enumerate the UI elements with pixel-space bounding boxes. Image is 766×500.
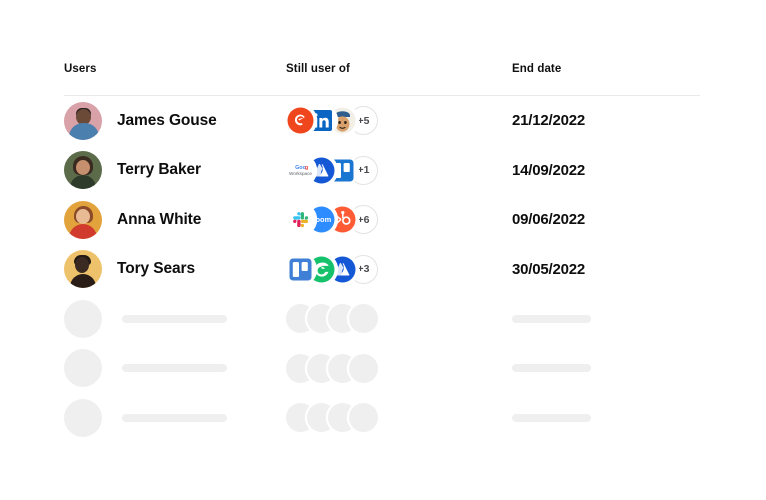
avatar (64, 200, 102, 239)
user-cell[interactable]: James Gouse (64, 101, 286, 140)
column-header-apps: Still user of (286, 63, 350, 75)
skeleton-name-bar (122, 314, 227, 323)
skeleton-avatar (64, 299, 102, 338)
end-date-value: 30/05/2022 (512, 260, 586, 278)
table-header: Users Still user of End date (64, 62, 700, 86)
table-row[interactable]: Anna White zoom +6 09/06/2022 (64, 195, 700, 245)
skeleton-chip (349, 353, 378, 383)
skeleton-apps-cell (286, 353, 512, 383)
table-row[interactable]: Tory Sears +3 30/05/2022 (64, 245, 700, 295)
users-table: Users Still user of End date James Gouse (64, 62, 700, 443)
user-name: Anna White (117, 210, 202, 228)
table-row[interactable]: Terry Baker Goo g Workspace +1 14/09/2022 (64, 146, 700, 196)
app-stack[interactable]: +3 (286, 254, 378, 284)
avatar (64, 250, 102, 289)
app-stack[interactable]: +5 (286, 106, 378, 136)
skeleton-user-cell (64, 349, 286, 388)
user-cell[interactable]: Terry Baker (64, 151, 286, 190)
column-header-end-date: End date (512, 63, 562, 75)
skeleton-name-bar (122, 413, 227, 422)
end-date-value: 14/09/2022 (512, 161, 586, 179)
apps-cell[interactable]: +3 (286, 254, 512, 284)
apps-cell[interactable]: Goo g Workspace +1 (286, 155, 512, 185)
end-date-value: 09/06/2022 (512, 211, 586, 229)
skeleton-chip (349, 304, 378, 334)
skeleton-date-bar (512, 364, 591, 373)
user-name: Tory Sears (117, 260, 195, 278)
apps-cell[interactable]: zoom +6 (286, 205, 512, 235)
skeleton-name-bar (122, 364, 227, 373)
apps-cell[interactable]: +5 (286, 106, 512, 136)
skeleton-date-bar (512, 413, 591, 422)
skeleton-date-bar (512, 314, 591, 323)
app-stack[interactable]: zoom +6 (286, 205, 378, 235)
google-workspace-icon[interactable]: Goo g Workspace (286, 155, 315, 185)
skeleton-date-cell (512, 413, 700, 422)
user-cell[interactable]: Tory Sears (64, 250, 286, 289)
skeleton-apps-cell (286, 304, 512, 334)
skeleton-row (64, 393, 700, 443)
skeleton-date-cell (512, 364, 700, 373)
skeleton-user-cell (64, 299, 286, 338)
column-header-users: Users (64, 63, 97, 75)
skeleton-chip (349, 403, 378, 433)
skeleton-apps-cell (286, 403, 512, 433)
user-cell[interactable]: Anna White (64, 200, 286, 239)
trello-icon[interactable] (286, 254, 315, 284)
skeleton-avatar (64, 349, 102, 388)
skeleton-date-cell (512, 314, 700, 323)
skeleton-row (64, 294, 700, 344)
avatar (64, 151, 102, 190)
user-name: Terry Baker (117, 161, 201, 179)
app-root: Users Still user of End date James Gouse (0, 0, 766, 500)
end-date-value: 21/12/2022 (512, 112, 586, 130)
skeleton-user-cell (64, 398, 286, 437)
app-stack[interactable]: Goo g Workspace +1 (286, 155, 378, 185)
avatar (64, 101, 102, 140)
table-row[interactable]: James Gouse +5 21/12/2022 (64, 96, 700, 146)
user-name: James Gouse (117, 111, 217, 129)
skeleton-row (64, 344, 700, 394)
skeleton-avatar (64, 398, 102, 437)
svg-text:Workspace: Workspace (289, 171, 312, 176)
